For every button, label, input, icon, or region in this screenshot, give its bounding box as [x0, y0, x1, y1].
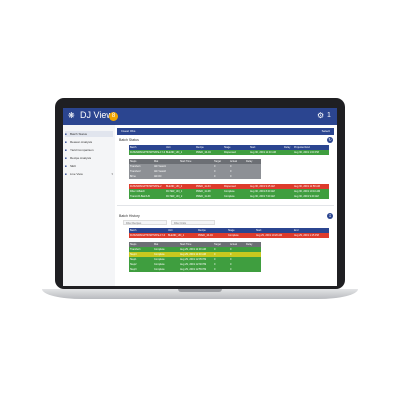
app-title: DJ View — [80, 110, 113, 120]
cell — [245, 174, 261, 179]
chevron-down-icon: ▾ — [111, 172, 113, 176]
cell: Aug 30, 2019 9:40 AM — [293, 194, 329, 199]
batch-status-title: Batch Status — [119, 138, 139, 142]
cell: Transit R-Batch-B — [129, 194, 165, 199]
cell — [283, 150, 293, 155]
batch-history-table: Batch Unit Recipe Stage Start End R-PEND… — [129, 228, 329, 238]
sidebar-item-label: Yield Comparison — [70, 148, 94, 152]
cell: Complete — [223, 194, 249, 199]
cell: BLEND_UN_1 — [167, 233, 197, 238]
cell — [283, 194, 293, 199]
table-row[interactable]: R-PENDINGPHOSPHATE-1Y-0 BLEND_UN_1 PRED_… — [129, 150, 329, 155]
cell: 0 — [229, 267, 245, 272]
history-steps-table: Steps Mat Start Time Target Actual Delay… — [129, 242, 261, 272]
batch-history-title: Batch History — [119, 214, 140, 218]
cell — [179, 174, 213, 179]
sidebar-item-recipe-analysis[interactable]: ■ Recipe Analysis — [65, 155, 113, 161]
header-bar: Invest Obs Select — [117, 128, 334, 135]
table-row[interactable]: R-PENDINGPHOSPHATE-1Y-0 BLEND_UN_1 PRED_… — [129, 233, 329, 238]
sidebar-item-label: Live View — [70, 172, 83, 176]
user-count[interactable]: 1 — [327, 112, 331, 119]
home-icon[interactable]: ❋ — [68, 111, 75, 120]
cell: R-PENDINGPHOSPHATE-1Y-0 — [129, 233, 167, 238]
cell: Aug 29, 2019 1:15 PM — [293, 233, 329, 238]
batch-status-table-more: R-PENDINGPHOSPHATE-2 BLEND_UN_2 PRED_11-… — [129, 184, 329, 199]
sidebar-item-label: Batch Status — [70, 132, 88, 136]
cell: Aug 30, 2019 1:00 PM — [293, 150, 329, 155]
cell: Aug 30, 2019 7:20 AM — [249, 194, 283, 199]
sidebar-item-live-view[interactable]: ■ Live View ▾ — [65, 171, 113, 177]
sidebar-item-reason-analysis[interactable]: ■ Reason Analysis — [65, 139, 113, 145]
filter-recipes-input[interactable]: Filter Recipes — [123, 220, 167, 225]
table-row[interactable]: Transit R-Batch-B FILTER_UN_2 PRED_11-09… — [129, 194, 329, 199]
header-select[interactable]: Select — [322, 128, 330, 135]
cell: R-PENDINGPHOSPHATE-1Y-0 — [129, 150, 165, 155]
sidebar-item-label: SEC — [70, 164, 77, 168]
cell: BLEND_UN_1 — [165, 150, 195, 155]
cell: FILTER_UN_2 — [165, 194, 195, 199]
cell: PRED_11-09 — [195, 194, 223, 199]
cell: AR-Oil — [153, 174, 179, 179]
sidebar-item-yield-comparison[interactable]: ■ Yield Comparison — [65, 147, 113, 153]
cell: Aug 30, 2019 11:40 AM — [249, 150, 283, 155]
cell: Complete — [153, 267, 179, 272]
sidebar-item-sec[interactable]: ■ SEC — [65, 163, 113, 169]
notification-badge[interactable]: 8 — [109, 112, 118, 121]
table-row[interactable]: Brine AR-Oil 0 0 — [129, 174, 261, 179]
cell: Dispensed — [223, 150, 249, 155]
top-bar: ❋ DJ View 8 ⚙ 1 — [63, 108, 337, 125]
batch-status-table: Batch Unit Recipe Stage Start Delay Proj… — [129, 145, 329, 155]
main-content: Invest Obs Select Batch Status ↻ Batch U… — [115, 125, 337, 286]
cell: Complete — [227, 233, 255, 238]
cell: Aug 29, 2019 12:55 PM — [179, 267, 213, 272]
laptop-screen: ❋ DJ View 8 ⚙ 1 ■ Batch Status ■ Reason An… — [63, 108, 337, 286]
sidebar: ■ Batch Status ■ Reason Analysis ■ Yield Co… — [63, 125, 116, 286]
cell — [245, 267, 261, 272]
batch-steps-table: Steps Mat Start Time Target Actual Delay… — [129, 159, 261, 179]
sidebar-item-batch-status[interactable]: ■ Batch Status — [65, 131, 113, 137]
cell: Step3 — [129, 267, 153, 272]
sidebar-item-label: Recipe Analysis — [70, 156, 92, 160]
cell: 0 — [229, 174, 245, 179]
gear-icon[interactable]: ⚙ — [317, 111, 324, 120]
laptop-notch — [178, 289, 222, 292]
table-row[interactable]: Step3 Complete Aug 29, 2019 12:55 PM 0 0 — [129, 267, 261, 272]
download-icon[interactable]: ↧ — [327, 213, 333, 219]
section-divider — [117, 205, 334, 206]
refresh-icon[interactable]: ↻ — [327, 137, 333, 143]
cell: PRED_10-04 — [197, 233, 227, 238]
header-title[interactable]: Invest Obs — [121, 128, 135, 135]
cell: 0 — [213, 267, 229, 272]
cell: 0 — [213, 174, 229, 179]
cell: Brine — [129, 174, 153, 179]
filter-units-input[interactable]: Filter Units — [171, 220, 215, 225]
cell: PRED_10-04 — [195, 150, 223, 155]
cell: Aug 29, 2019 10:20 AM — [255, 233, 293, 238]
sidebar-item-label: Reason Analysis — [70, 140, 93, 144]
